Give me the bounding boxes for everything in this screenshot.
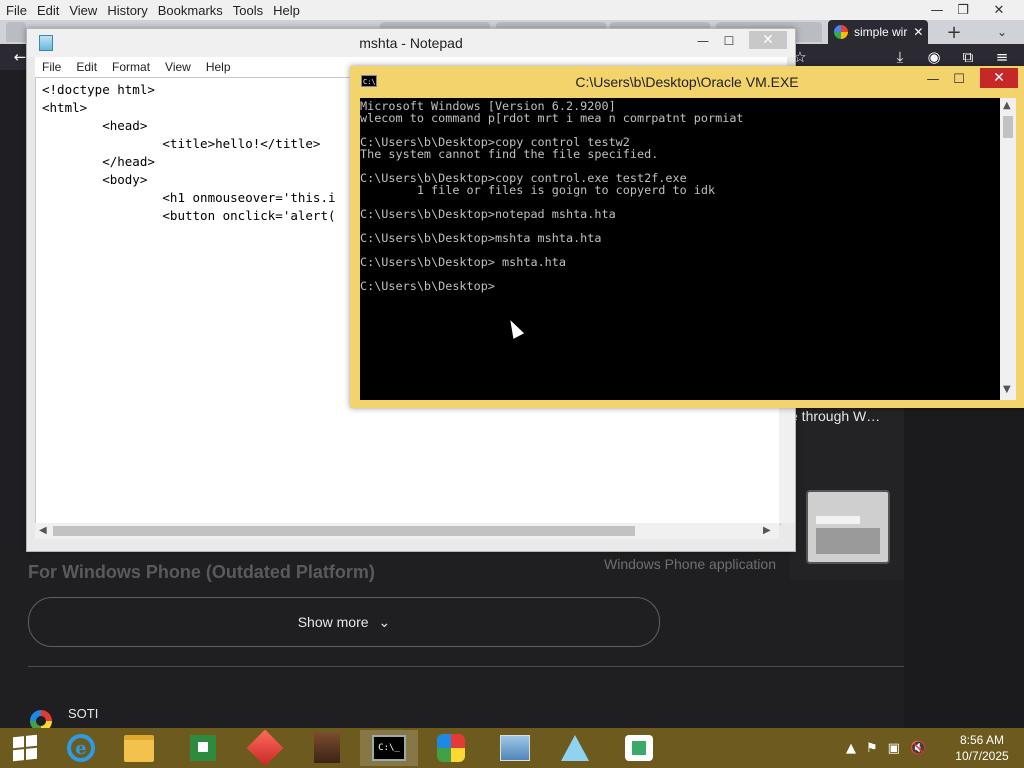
app-thumbnail-image[interactable]	[806, 490, 890, 564]
taskbar-store[interactable]	[174, 730, 232, 766]
scroll-down-icon[interactable]: ▼	[1003, 384, 1011, 395]
windows-logo-icon	[13, 734, 37, 762]
search-result-snippet[interactable]: e through W…	[790, 408, 880, 424]
browser-menu-edit[interactable]: Edit	[32, 3, 64, 18]
hamburger-menu-icon[interactable]: ≡	[992, 48, 1012, 66]
taskbar-figure-app[interactable]	[298, 730, 356, 766]
folder-icon	[124, 734, 154, 762]
app-caption: Windows Phone application	[604, 556, 776, 572]
notepad-title: mshta - Notepad	[359, 35, 463, 51]
cube-icon	[246, 729, 284, 767]
figure-icon	[314, 733, 340, 763]
console-window: C:\ C:\Users\b\Desktop\Oracle VM.EXE — ☐…	[350, 66, 1024, 408]
scroll-right-icon[interactable]: ▶	[763, 525, 771, 536]
taskbar-colors-app[interactable]	[422, 730, 480, 766]
thumbnail-panel	[816, 528, 880, 554]
tab-close-icon[interactable]: ✕	[913, 25, 923, 39]
section-heading: For Windows Phone (Outdated Platform)	[28, 562, 375, 582]
colors-icon	[437, 734, 465, 762]
system-tray: ▲ ⚑ ▣ 🔇	[846, 736, 926, 760]
console-maximize-button[interactable]: ☐	[946, 70, 972, 88]
new-tab-icon[interactable]: +	[944, 22, 964, 43]
tray-overflow-icon[interactable]: ▲	[846, 741, 856, 756]
browser-menu-history[interactable]: History	[102, 3, 152, 18]
console-output: Microsoft Windows [Version 6.2.9200] wle…	[360, 99, 744, 293]
result-site-name[interactable]: SOTI	[68, 706, 98, 721]
notepad-menu-view[interactable]: View	[158, 60, 199, 74]
console-vertical-scrollbar[interactable]: ▲ ▼	[1000, 98, 1016, 400]
account-icon[interactable]: ◉	[924, 48, 944, 66]
notepad-menu-format[interactable]: Format	[105, 60, 158, 74]
tab-overview-icon[interactable]	[6, 22, 26, 42]
browser-menu-view[interactable]: View	[64, 3, 102, 18]
taskbar-cube-app[interactable]	[236, 729, 294, 767]
thumbnail-field	[816, 516, 860, 524]
taskbar-house-app[interactable]	[610, 730, 668, 766]
browser-close-button[interactable]: ✕	[984, 0, 1014, 20]
notepad-scroll-thumb[interactable]	[53, 526, 635, 536]
active-tab-title: simple wir	[854, 25, 908, 39]
scroll-up-icon[interactable]: ▲	[1003, 100, 1011, 111]
taskbar-internet-explorer[interactable]: e	[52, 730, 110, 766]
console-screen[interactable]: Microsoft Windows [Version 6.2.9200] wle…	[360, 98, 1000, 400]
clock-time: 8:56 AM	[959, 733, 1005, 747]
result-divider	[28, 666, 904, 667]
taskbar-network-app[interactable]	[486, 730, 544, 766]
taskbar-prism-app[interactable]	[546, 730, 604, 766]
action-center-flag-icon[interactable]: ⚑	[866, 741, 878, 756]
network-icon	[500, 735, 530, 761]
prism-icon	[561, 735, 589, 761]
command-prompt-icon: C:\_	[372, 735, 406, 761]
taskbar-command-prompt[interactable]: C:\_	[360, 730, 418, 766]
console-scroll-thumb[interactable]	[1003, 116, 1013, 138]
console-minimize-button[interactable]: —	[920, 70, 946, 88]
extensions-icon[interactable]: ⧉	[958, 48, 978, 66]
notepad-menu-edit[interactable]: Edit	[69, 60, 105, 74]
notepad-minimize-button[interactable]: —	[689, 31, 717, 51]
taskbar-clock[interactable]: 8:56 AM 10/7/2025	[940, 732, 1024, 764]
notepad-close-button[interactable]: ✕	[749, 31, 787, 49]
browser-menu-bookmarks[interactable]: Bookmarks	[153, 3, 228, 18]
store-icon	[190, 735, 216, 761]
google-icon	[834, 25, 848, 39]
browser-tab-active[interactable]: simple wir ✕	[828, 20, 928, 44]
house-icon	[625, 735, 653, 761]
notepad-horizontal-scrollbar[interactable]: ◀ ▶	[35, 523, 779, 539]
clock-date: 10/7/2025	[955, 749, 1009, 763]
notepad-text: <!doctype html> <html> <head> <title>hel…	[42, 82, 336, 223]
browser-menu-tools[interactable]: Tools	[228, 3, 268, 18]
start-button[interactable]	[0, 728, 50, 768]
notepad-maximize-button[interactable]: ☐	[715, 31, 743, 51]
console-close-button[interactable]: ✕	[980, 68, 1018, 88]
network-tray-icon[interactable]: ▣	[888, 741, 900, 756]
volume-muted-icon[interactable]: 🔇	[910, 741, 926, 756]
taskbar-file-explorer[interactable]	[110, 730, 168, 766]
chevron-down-icon: ⌄	[378, 613, 391, 630]
browser-restore-button[interactable]: ❐	[948, 0, 978, 20]
notepad-menu-help[interactable]: Help	[199, 60, 239, 74]
browser-menu-file[interactable]: File	[0, 3, 32, 18]
browser-menubar: File Edit View History Bookmarks Tools H…	[0, 0, 1024, 20]
internet-explorer-icon: e	[67, 734, 95, 762]
page-right-gutter	[904, 400, 1024, 728]
browser-menu-help[interactable]: Help	[268, 3, 305, 18]
scroll-left-icon[interactable]: ◀	[39, 525, 47, 536]
notepad-menu-file[interactable]: File	[35, 60, 69, 74]
show-more-label: Show more	[297, 614, 369, 630]
tab-list-chevron-icon[interactable]: ⌄	[984, 22, 1020, 42]
show-more-button[interactable]: Show more ⌄	[28, 597, 660, 647]
downloads-icon[interactable]: ⤓	[890, 48, 910, 66]
